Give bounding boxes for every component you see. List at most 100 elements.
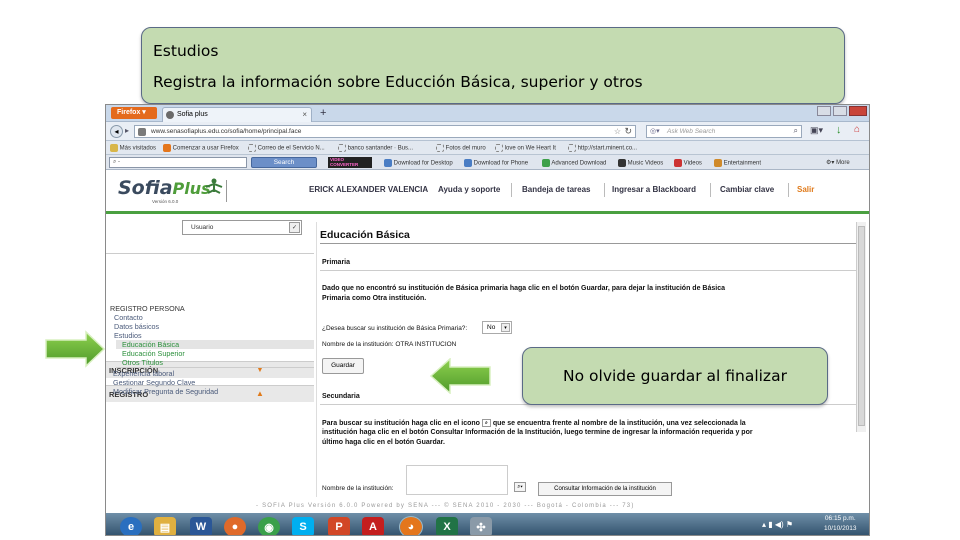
skype-icon[interactable]: S bbox=[292, 517, 314, 535]
sidebar-item-datos-basicos[interactable]: Datos básicos bbox=[114, 322, 159, 331]
nav-cambiar-clave[interactable]: Cambiar clave bbox=[720, 185, 774, 194]
web-search-input[interactable]: ◎▾ Ask Web Search ⌕ bbox=[646, 125, 802, 138]
firefox-taskbar-icon[interactable]: ◕ bbox=[399, 516, 423, 535]
consult-institution-button[interactable]: Consultar Información de la institución bbox=[538, 482, 672, 496]
video-converter-logo[interactable]: VIDEO CONVERTER bbox=[328, 157, 372, 168]
tab-close-icon[interactable]: × bbox=[302, 110, 307, 119]
firefox-menu-button[interactable]: Firefox ▾ bbox=[111, 107, 157, 119]
download-icon[interactable]: ↓ bbox=[836, 124, 842, 136]
nav-blackboard[interactable]: Ingresar a Blackboard bbox=[612, 185, 696, 194]
nav-bandeja-tareas[interactable]: Bandeja de tareas bbox=[522, 185, 590, 194]
toolbar-advanced-download[interactable]: Advanced Download bbox=[542, 159, 606, 167]
clock[interactable]: 06:15 p.m. 10/10/2013 bbox=[824, 515, 857, 532]
app-icon[interactable]: ● bbox=[224, 517, 246, 535]
bookmarks-icon[interactable]: ▣▾ bbox=[810, 125, 823, 136]
primaria-question-value: No bbox=[487, 324, 496, 331]
app-icon[interactable]: ✣ bbox=[470, 517, 492, 535]
chrome-icon[interactable]: ◉ bbox=[258, 517, 280, 535]
arrow-right-icon bbox=[45, 330, 106, 368]
reload-icon[interactable]: ↻ bbox=[624, 126, 632, 137]
browser-screenshot: Firefox ▾ Sofia plus × + ◂ ▸ www.senasof… bbox=[105, 104, 870, 536]
content-scrollbar[interactable] bbox=[856, 222, 866, 432]
sidebar-item-experiencia[interactable]: Experiencia laboral bbox=[113, 369, 174, 378]
tray-icons[interactable]: ▴ ▮ ◀) ⚑ bbox=[762, 520, 793, 529]
sidebar-item-segundo-clave[interactable]: Gestionar Segundo Clave bbox=[113, 378, 195, 387]
nav-salir[interactable]: Salir bbox=[797, 185, 814, 194]
save-button[interactable]: Guardar bbox=[322, 358, 364, 374]
pdf-reader-icon[interactable]: A bbox=[362, 517, 384, 535]
callout-estudios: Estudios Registra la información sobre E… bbox=[141, 27, 845, 104]
download-icon bbox=[464, 159, 472, 167]
toolbar-download-desktop[interactable]: Download for Desktop bbox=[384, 159, 453, 167]
search-icon[interactable]: ⌕ bbox=[794, 126, 798, 136]
bookmark-label: Comenzar a usar Firefox bbox=[172, 145, 239, 152]
bookmark-7[interactable]: http://start.minent.co... bbox=[568, 144, 637, 152]
toolbar-search-input[interactable]: ⌕ - bbox=[109, 157, 247, 168]
role-select-value: Usuario bbox=[191, 224, 214, 231]
primaria-question-label: ¿Desea buscar su institución de Básica P… bbox=[322, 325, 468, 332]
bookmark-star-icon[interactable]: ☆ bbox=[614, 127, 621, 136]
bookmark-3[interactable]: Correo de el Servicio N... bbox=[248, 144, 325, 152]
word-icon[interactable]: W bbox=[190, 517, 212, 535]
close-window-icon[interactable] bbox=[849, 106, 867, 116]
bookmark-5[interactable]: Fotos del muro bbox=[436, 144, 486, 152]
new-tab-button[interactable]: + bbox=[320, 107, 326, 119]
sidebar-group-registro-persona: REGISTRO PERSONA bbox=[110, 304, 185, 313]
chevron-down-icon[interactable]: ✓ bbox=[289, 222, 300, 233]
toolbar-music-videos[interactable]: Music Videos bbox=[618, 159, 663, 167]
primaria-label: Primaria bbox=[322, 259, 351, 266]
search-engine-icon[interactable]: ◎▾ bbox=[650, 127, 660, 135]
primaria-question-select[interactable]: No ▾ bbox=[482, 321, 512, 334]
sidebar-item-contacto[interactable]: Contacto bbox=[114, 313, 143, 322]
institution-name-label: Nombre de la institución: bbox=[322, 485, 394, 492]
bookmark-1[interactable]: Más visitados bbox=[110, 144, 156, 152]
nav-separator bbox=[710, 183, 711, 197]
secundaria-info-line-3: último haga clic en el botón Guardar. bbox=[322, 439, 445, 446]
sidebar-item-estudios[interactable]: Estudios bbox=[114, 331, 142, 340]
toolbar-videos[interactable]: Videos bbox=[674, 159, 702, 167]
minimize-icon[interactable] bbox=[817, 106, 831, 116]
tab-sofia-plus[interactable]: Sofia plus × bbox=[162, 107, 312, 122]
bookmark-4[interactable]: banco santander · Bus... bbox=[338, 144, 413, 152]
secundaria-info-part-b: que se encuentra frente al nombre de la … bbox=[492, 419, 746, 427]
chevron-down-icon[interactable]: ▾ bbox=[501, 323, 510, 332]
url-bar[interactable]: www.senasofiaplus.edu.co/sofia/home/prin… bbox=[134, 125, 636, 138]
role-select[interactable]: Usuario ✓ bbox=[182, 220, 302, 235]
nav-separator bbox=[604, 183, 605, 197]
ie-icon[interactable]: e bbox=[120, 517, 142, 535]
search-institution-icon[interactable]: ⌕ bbox=[481, 419, 491, 427]
toolbar-search-button[interactable]: Search bbox=[251, 157, 317, 168]
site-footer: - SOFIA Plus Versión 6.0.0 Powered by SE… bbox=[256, 503, 635, 509]
toolbar-download-phone[interactable]: Download for Phone bbox=[464, 159, 528, 167]
sidebar-item-pregunta-seguridad[interactable]: Modificar Pregunta de Seguridad bbox=[113, 387, 218, 396]
maximize-icon[interactable] bbox=[833, 106, 847, 116]
powerpoint-icon[interactable]: P bbox=[328, 517, 350, 535]
excel-icon[interactable]: X bbox=[436, 517, 458, 535]
file-explorer-icon[interactable]: ▤ bbox=[154, 517, 176, 535]
sidebar-subitem-otros-titulos[interactable]: Otros Títulos bbox=[122, 358, 163, 367]
sofia-plus-logo[interactable]: SofiaPlus bbox=[118, 177, 211, 199]
sidebar-divider bbox=[106, 253, 314, 254]
windows-taskbar: e ▤ W ● ◉ S P A ◕ X ✣ ▴ ▮ ◀) ⚑ 06:15 p.m… bbox=[106, 513, 869, 535]
bookmark-2[interactable]: Comenzar a usar Firefox bbox=[163, 144, 239, 152]
sidebar-subitem-educacion-superior[interactable]: Educación Superior bbox=[122, 349, 185, 358]
lookup-institution-icon[interactable]: ⌕▾ bbox=[514, 482, 526, 492]
scrollbar-thumb[interactable] bbox=[858, 226, 865, 426]
sena-logo bbox=[204, 177, 224, 201]
toolbar-label: More bbox=[836, 160, 850, 166]
home-icon[interactable]: ⌂ bbox=[854, 124, 860, 135]
forward-icon[interactable]: ▸ bbox=[125, 126, 129, 135]
back-icon[interactable]: ◂ bbox=[110, 125, 123, 138]
nav-separator bbox=[788, 183, 789, 197]
callout-line-1: Estudios bbox=[153, 42, 219, 60]
arrow-left-icon bbox=[429, 358, 491, 394]
nav-ayuda-soporte[interactable]: Ayuda y soporte bbox=[438, 185, 500, 194]
toolbar-entertainment[interactable]: Entertainment bbox=[714, 159, 761, 167]
tab-title: Sofia plus bbox=[177, 111, 208, 118]
logo-sofia: Sofia bbox=[118, 177, 173, 199]
sidebar-subitem-educacion-basica[interactable]: Educación Básica bbox=[122, 340, 179, 349]
toolbar-more[interactable]: ⚙▾ More bbox=[826, 159, 850, 166]
bookmark-6[interactable]: love on We Heart It bbox=[495, 144, 556, 152]
toolbar-label: Entertainment bbox=[723, 160, 762, 167]
institution-name-field[interactable] bbox=[406, 465, 508, 495]
